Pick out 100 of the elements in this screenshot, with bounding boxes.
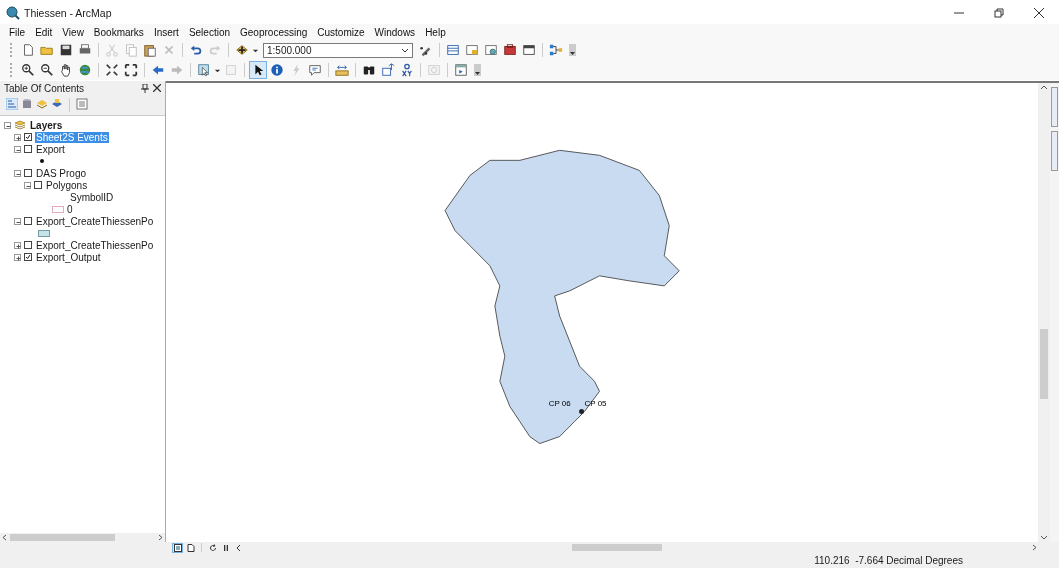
restore-icon (994, 8, 1004, 18)
legend-heading: SymbolID (70, 191, 114, 203)
point-label: CP 05 (584, 399, 607, 409)
scroll-thumb[interactable] (572, 544, 662, 551)
refresh-icon (208, 543, 217, 552)
globe-app-icon (6, 6, 20, 20)
layout-window-button[interactable] (452, 61, 470, 79)
selection-icon[interactable] (51, 98, 63, 110)
layer-name[interactable]: Export_CreateThiessenPo (35, 215, 155, 227)
layer-name[interactable]: DAS Progo (35, 167, 88, 179)
expander-icon[interactable] (14, 241, 21, 249)
window-title: Thiessen - ArcMap (24, 7, 113, 19)
vertical-scrollbar[interactable] (1038, 83, 1050, 542)
point-label: CP 06 (548, 399, 571, 409)
scroll-thumb[interactable] (10, 534, 115, 541)
new-page-icon (21, 43, 35, 57)
checkbox[interactable] (24, 169, 32, 177)
zoom-in-button[interactable] (19, 61, 37, 79)
menu-item[interactable]: Windows (369, 25, 421, 39)
checkbox[interactable] (24, 241, 32, 249)
zoom-in-icon (21, 63, 35, 77)
expander-icon[interactable] (14, 253, 21, 261)
layout-window-icon (454, 63, 468, 77)
forward-arrow-icon (170, 63, 184, 77)
layers-icon (14, 120, 26, 130)
speech-bubble-icon (308, 63, 322, 77)
expander-icon[interactable] (14, 169, 21, 177)
checkbox[interactable] (24, 133, 32, 141)
expander-icon[interactable] (14, 145, 21, 153)
back-arrow-icon (151, 63, 165, 77)
expander-icon[interactable] (24, 181, 31, 189)
chevron-left-icon (234, 543, 243, 552)
info-icon (270, 63, 284, 77)
cylinder-icon[interactable] (21, 98, 33, 110)
refresh-button[interactable] (207, 542, 218, 553)
menu-item[interactable]: Customize (312, 25, 370, 39)
select-features-icon (197, 63, 211, 77)
data-view-button[interactable] (172, 542, 183, 553)
arrows-out-button[interactable] (122, 61, 140, 79)
layout-view-button[interactable] (185, 542, 196, 553)
model-builder-icon (549, 43, 563, 57)
checkbox[interactable] (24, 217, 32, 225)
scissors-icon (105, 43, 119, 57)
window-icon (522, 43, 536, 57)
menu-item[interactable]: View (57, 25, 89, 39)
paste-icon (143, 43, 157, 57)
overflow-icon[interactable] (569, 44, 576, 56)
close-icon[interactable] (153, 84, 161, 92)
save-icon (59, 43, 73, 57)
add-data-icon (235, 43, 249, 57)
menu-item[interactable]: Insert (148, 25, 184, 39)
arrows-out-icon (124, 63, 138, 77)
scroll-thumb[interactable] (1040, 329, 1048, 399)
globe-icon (78, 63, 92, 77)
info-button[interactable] (268, 61, 286, 79)
checkbox[interactable] (24, 145, 32, 153)
scale-field[interactable]: 1:500.000 (263, 42, 413, 58)
menu-item[interactable]: Selection (183, 25, 236, 39)
dropdown-icon[interactable] (401, 46, 409, 54)
map-frame-icon (173, 543, 182, 552)
expander-icon[interactable] (14, 217, 21, 225)
menu-item[interactable]: Bookmarks (88, 25, 149, 39)
layer-name[interactable]: Layers (29, 119, 64, 131)
arrows-in-button[interactable] (103, 61, 121, 79)
print-icon (78, 43, 92, 57)
checkbox[interactable] (24, 253, 32, 261)
horizontal-scrollbar[interactable] (0, 533, 165, 542)
ruler-icon (335, 63, 349, 77)
coordinates-readout: 110.216 -7.664 Decimal Degrees (814, 555, 963, 566)
time-slider-icon (427, 63, 441, 77)
layer-name[interactable]: Polygons (45, 179, 89, 191)
copy-icon (124, 43, 138, 57)
pointer-arrow-button[interactable] (249, 61, 267, 79)
layer-name[interactable]: Export (35, 143, 66, 155)
layers-icon[interactable] (36, 98, 48, 110)
point-symbol (40, 159, 44, 163)
legend-label: 0 (67, 203, 73, 215)
layer-name[interactable]: Export_CreateThiessenPo (35, 239, 155, 251)
zoom-out-icon (40, 63, 54, 77)
menu-item[interactable]: Help (420, 25, 451, 39)
menu-item[interactable]: File (4, 25, 31, 39)
expander-icon[interactable] (4, 121, 11, 129)
expander-icon[interactable] (14, 133, 21, 141)
search-window-icon (484, 43, 498, 57)
clear-selection-icon (224, 63, 238, 77)
layer-name[interactable]: Export_Output (35, 251, 102, 263)
zoom-out-button[interactable] (38, 61, 56, 79)
table-icon (446, 43, 460, 57)
menu-item[interactable]: Edit (30, 25, 58, 39)
menu-item[interactable]: Geoprocessing (235, 25, 313, 39)
options-icon[interactable] (76, 98, 88, 110)
checkbox[interactable] (34, 181, 42, 189)
close-icon (1034, 8, 1044, 18)
hand-icon (59, 63, 73, 77)
toolbox-icon (503, 43, 517, 57)
panel-title: Table Of Contents (4, 82, 86, 94)
redo-icon (208, 43, 222, 57)
overflow-icon[interactable] (474, 64, 481, 76)
arrows-in-icon (105, 63, 119, 77)
pin-icon[interactable] (141, 83, 149, 93)
